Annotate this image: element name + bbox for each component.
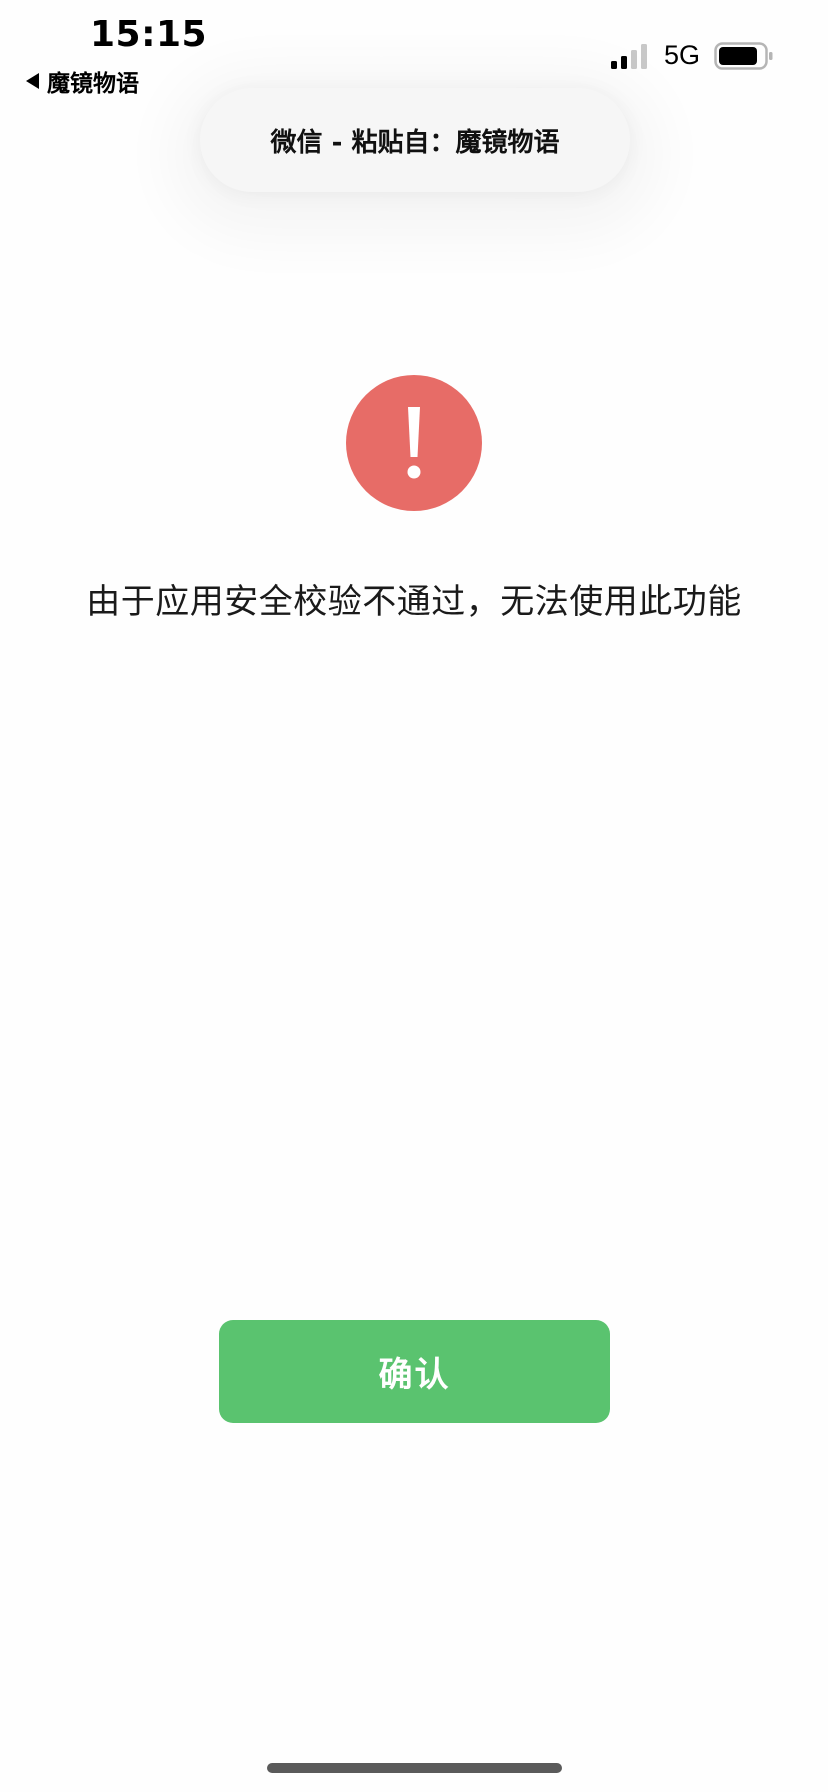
exclamation-icon [346,375,482,511]
status-time: 15:15 [90,14,208,55]
status-indicators: 5G [610,40,774,71]
paste-notification-banner: 微信 - 粘贴自：魔镜物语 [200,88,630,192]
error-message: 由于应用安全校验不通过，无法使用此功能 [86,582,742,622]
back-arrow-icon [26,73,39,89]
home-indicator[interactable] [267,1763,562,1773]
battery-icon [714,41,773,70]
confirm-button[interactable]: 确认 [219,1320,610,1423]
network-type: 5G [663,40,700,70]
screen: 15:15 魔镜物语 5G 微信 - 粘贴自：魔镜物语 由于应用安全校验不通过，… [0,0,828,1792]
signal-strength-icon [610,43,647,69]
back-app-label: 魔镜物语 [47,71,139,97]
back-to-app-link[interactable]: 魔镜物语 [26,64,139,98]
